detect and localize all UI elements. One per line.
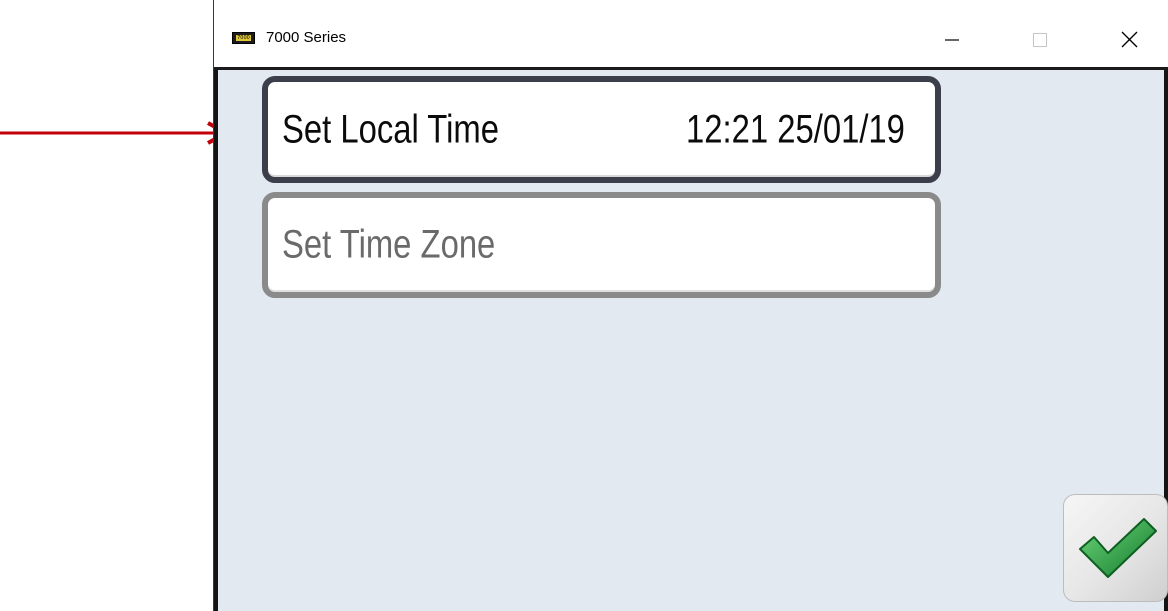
pointer-arrow-icon (0, 121, 231, 145)
set-local-time-button[interactable]: Set Local Time 12:21 25/01/19 (262, 76, 941, 183)
minimize-button[interactable] (932, 20, 972, 60)
device-icon-label: 7000 (236, 35, 251, 41)
set-time-zone-button[interactable]: Set Time Zone (262, 192, 941, 298)
local-time-value: 12:21 25/01/19 (686, 107, 905, 151)
close-button[interactable] (1110, 20, 1150, 60)
app-window: 7000 7000 Series Set Local Time 12:21 25… (213, 0, 1168, 611)
maximize-icon (1033, 33, 1047, 47)
maximize-button[interactable] (1020, 20, 1060, 60)
window-title: 7000 Series (266, 29, 347, 46)
set-time-zone-label: Set Time Zone (282, 222, 496, 267)
checkmark-icon (1079, 518, 1157, 578)
close-icon (1121, 31, 1138, 48)
minimize-icon (945, 39, 959, 41)
title-bar: 7000 7000 Series (214, 0, 1168, 70)
set-local-time-label: Set Local Time (282, 107, 499, 151)
device-icon: 7000 (232, 32, 255, 44)
client-area: Set Local Time 12:21 25/01/19 Set Time Z… (214, 70, 1168, 611)
confirm-button[interactable] (1063, 494, 1168, 602)
